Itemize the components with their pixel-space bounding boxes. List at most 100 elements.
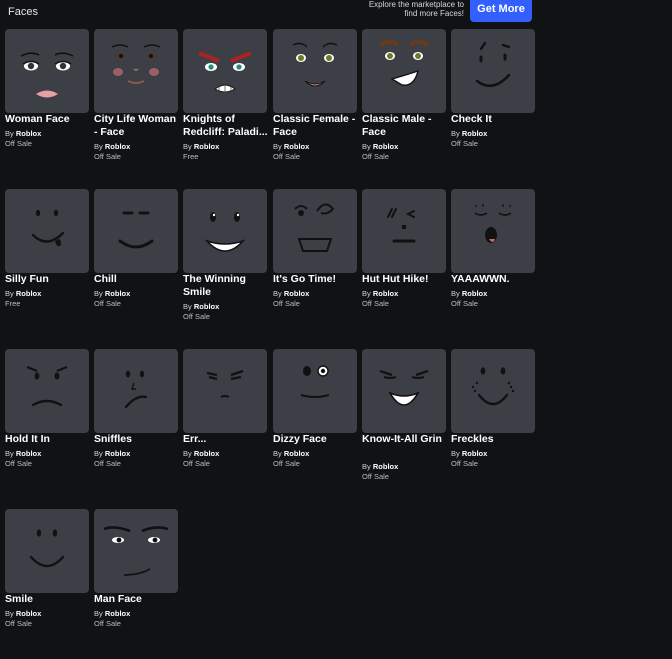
face-item-name[interactable]: Silly Fun: [5, 273, 91, 286]
creator-name[interactable]: Roblox: [194, 449, 219, 458]
face-item-name[interactable]: Dizzy Face: [273, 433, 359, 446]
face-item-name[interactable]: Check It: [451, 113, 537, 126]
creator-name[interactable]: Roblox: [462, 129, 487, 138]
face-item-name[interactable]: Classic Female - Face: [273, 113, 359, 139]
price-status: Off Sale: [362, 299, 389, 308]
face-thumbnail[interactable]: [94, 189, 178, 273]
face-thumbnail[interactable]: [183, 189, 267, 273]
face-thumbnail[interactable]: [362, 349, 446, 433]
face-thumbnail[interactable]: [451, 189, 535, 273]
face-item-card[interactable]: Dizzy Face By Roblox Off Sale: [273, 349, 357, 499]
face-thumbnail[interactable]: [5, 509, 89, 593]
face-item-name[interactable]: Freckles: [451, 433, 537, 446]
face-item-card[interactable]: Sniffles By Roblox Off Sale: [94, 349, 178, 499]
price-status: Free: [183, 152, 199, 161]
face-item-card[interactable]: Knights of Redcliff: Paladi... By Roblox F…: [183, 29, 269, 179]
face-item-card[interactable]: The Winning Smile By Roblox Off Sale: [183, 189, 267, 339]
face-item-name[interactable]: Woman Face: [5, 113, 91, 126]
face-item-name[interactable]: Hut Hut Hike!: [362, 273, 448, 286]
face-item-name[interactable]: Hold It In: [5, 433, 91, 446]
face-item-meta: By Roblox Off Sale: [5, 609, 91, 629]
face-item-card[interactable]: Silly Fun By Roblox Free: [5, 189, 89, 339]
face-item-name[interactable]: It's Go Time!: [273, 273, 359, 286]
face-item-card[interactable]: It's Go Time! By Roblox Off Sale: [273, 189, 357, 339]
creator-name[interactable]: Roblox: [284, 449, 309, 458]
creator-line: By Roblox: [94, 449, 180, 459]
face-thumbnail[interactable]: [362, 189, 446, 273]
holdit-face-icon: [26, 365, 68, 407]
face-thumbnail[interactable]: [183, 349, 267, 433]
face-item-card[interactable]: City Life Woman - Face By Roblox Off Sale: [94, 29, 178, 179]
creator-name[interactable]: Roblox: [284, 289, 309, 298]
creator-line: By Roblox: [273, 142, 359, 152]
face-item-name[interactable]: City Life Woman - Face: [94, 113, 180, 139]
creator-name[interactable]: Roblox: [105, 609, 130, 618]
face-item-name[interactable]: Chill: [94, 273, 180, 286]
face-item-card[interactable]: Hold It In By Roblox Off Sale: [5, 349, 89, 499]
face-item-card[interactable]: Chill By Roblox Off Sale: [94, 189, 178, 339]
face-thumbnail[interactable]: [273, 349, 357, 433]
creator-name[interactable]: Roblox: [194, 142, 219, 151]
price-status: Off Sale: [362, 152, 389, 161]
creator-name[interactable]: Roblox: [16, 449, 41, 458]
face-item-card[interactable]: Woman Face By Roblox Off Sale: [5, 29, 89, 179]
face-item-name[interactable]: Know-It-All Grin: [362, 433, 448, 446]
by-label: By: [5, 289, 14, 298]
creator-name[interactable]: Roblox: [462, 449, 487, 458]
price-status: Off Sale: [273, 152, 300, 161]
face-thumbnail[interactable]: [362, 29, 446, 113]
face-item-card[interactable]: Hut Hut Hike! By Roblox Off Sale: [362, 189, 446, 339]
face-item-card[interactable]: Smile By Roblox Off Sale: [5, 509, 89, 659]
creator-name[interactable]: Roblox: [373, 289, 398, 298]
face-item-name[interactable]: Man Face: [94, 593, 180, 606]
face-item-card[interactable]: Freckles By Roblox Off Sale: [451, 349, 535, 499]
face-item-name[interactable]: Smile: [5, 593, 91, 606]
creator-line: By Roblox: [94, 142, 180, 152]
face-thumbnail[interactable]: [183, 29, 267, 113]
price-status: Off Sale: [183, 312, 210, 321]
face-thumbnail[interactable]: [273, 189, 357, 273]
creator-line: By Roblox: [94, 289, 180, 299]
creator-name[interactable]: Roblox: [373, 142, 398, 151]
face-thumbnail[interactable]: [5, 349, 89, 433]
creator-name[interactable]: Roblox: [16, 609, 41, 618]
price-status: Off Sale: [362, 472, 389, 481]
face-item-card[interactable]: Man Face By Roblox Off Sale: [94, 509, 178, 659]
face-thumbnail[interactable]: [94, 509, 178, 593]
get-more-button[interactable]: Get More: [470, 0, 532, 22]
creator-name[interactable]: Roblox: [373, 462, 398, 471]
face-item-name[interactable]: The Winning Smile: [183, 273, 269, 299]
creator-name[interactable]: Roblox: [105, 289, 130, 298]
creator-name[interactable]: Roblox: [105, 449, 130, 458]
face-item-card[interactable]: Know-It-All Grin By Roblox Off Sale: [362, 349, 446, 499]
face-thumbnail[interactable]: [94, 349, 178, 433]
creator-name[interactable]: Roblox: [284, 142, 309, 151]
face-thumbnail[interactable]: [451, 29, 535, 113]
creator-name[interactable]: Roblox: [462, 289, 487, 298]
face-item-meta: By Roblox Off Sale: [94, 449, 180, 469]
face-thumbnail[interactable]: [273, 29, 357, 113]
face-item-card[interactable]: Check It By Roblox Off Sale: [451, 29, 535, 179]
woman-face-icon: [20, 52, 74, 98]
creator-line: By Roblox: [273, 449, 359, 459]
creator-name[interactable]: Roblox: [105, 142, 130, 151]
face-thumbnail[interactable]: [451, 349, 535, 433]
face-item-card[interactable]: Classic Female - Face By Roblox Off Sale: [273, 29, 357, 179]
creator-name[interactable]: Roblox: [16, 129, 41, 138]
face-item-name[interactable]: YAAAWWN.: [451, 273, 537, 286]
face-item-card[interactable]: Err... By Roblox Off Sale: [183, 349, 267, 499]
creator-name[interactable]: Roblox: [194, 302, 219, 311]
face-thumbnail[interactable]: [94, 29, 178, 113]
face-item-name[interactable]: Classic Male - Face: [362, 113, 448, 139]
creator-name[interactable]: Roblox: [16, 289, 41, 298]
face-thumbnail[interactable]: [5, 189, 89, 273]
face-thumbnail[interactable]: [5, 29, 89, 113]
face-item-card[interactable]: Classic Male - Face By Roblox Off Sale: [362, 29, 446, 179]
price-status: Off Sale: [5, 619, 32, 628]
face-item-name[interactable]: Knights of Redcliff: Paladi...: [183, 113, 269, 139]
face-item-card[interactable]: YAAAWWN. By Roblox Off Sale: [451, 189, 535, 339]
face-item-meta: By Roblox Free: [5, 289, 91, 309]
face-item-name[interactable]: Err...: [183, 433, 269, 446]
face-item-name[interactable]: Sniffles: [94, 433, 180, 446]
face-item-meta: By Roblox Off Sale: [94, 142, 180, 162]
